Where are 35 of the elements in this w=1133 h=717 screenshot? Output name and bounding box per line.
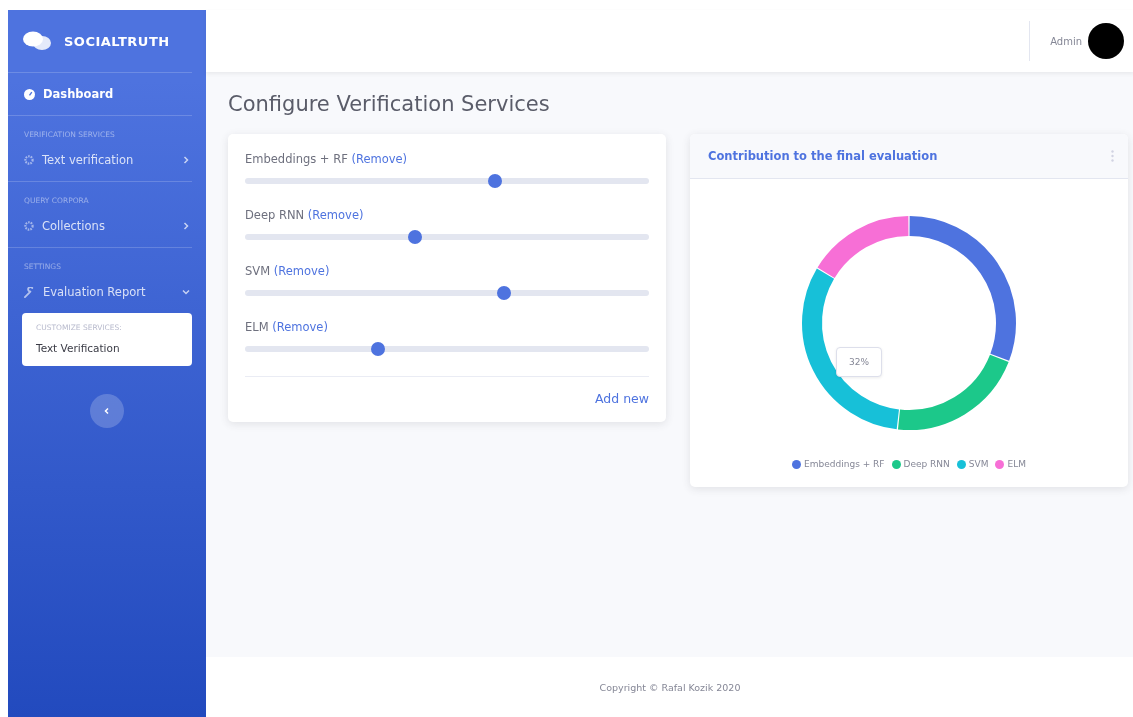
chevron-left-icon xyxy=(103,407,111,415)
remove-link[interactable]: (Remove) xyxy=(307,208,364,222)
gauge-icon xyxy=(24,88,35,100)
submenu-item[interactable]: Text Verification xyxy=(22,340,192,356)
cog-icon xyxy=(24,221,34,231)
chart-title: Contribution to the final evaluation xyxy=(708,149,938,163)
nav-item[interactable]: Evaluation Report xyxy=(8,271,206,313)
chevron-down-icon xyxy=(182,288,190,296)
chevron-right-icon xyxy=(182,156,190,164)
legend-label: Embeddings + RF xyxy=(804,459,885,469)
remove-link[interactable]: (Remove) xyxy=(351,152,408,166)
legend-label: ELM xyxy=(1007,459,1026,469)
chevron-right-icon xyxy=(182,222,190,230)
copyright-text: Copyright © Rafal Kozik 2020 xyxy=(599,681,741,693)
add-new-button[interactable]: Add new xyxy=(595,391,649,406)
nav-item[interactable]: Dashboard xyxy=(8,73,206,115)
wrench-icon xyxy=(24,286,35,298)
service-label: ELM (Remove) xyxy=(245,320,329,334)
brand-name: SOCIALTRUTH xyxy=(64,33,170,49)
chart-tooltip: 32% xyxy=(836,347,882,377)
legend-label: Deep RNN xyxy=(903,459,950,469)
page-title: Configure Verification Services xyxy=(228,92,551,116)
remove-link[interactable]: (Remove) xyxy=(273,264,330,278)
nav-item[interactable]: Text verification xyxy=(8,139,206,181)
sidebar-toggle-button[interactable] xyxy=(90,394,124,428)
service-label: SVM (Remove) xyxy=(245,264,331,278)
avatar[interactable] xyxy=(1088,23,1124,59)
remove-link[interactable]: (Remove) xyxy=(272,320,328,334)
chat-bubbles-icon xyxy=(22,31,52,51)
service-label: Deep RNN (Remove) xyxy=(245,208,365,222)
user-name[interactable]: Admin xyxy=(1050,35,1082,47)
cog-icon xyxy=(24,155,34,165)
service-label: Embeddings + RF (Remove) xyxy=(245,152,409,166)
nav-item[interactable]: Collections xyxy=(8,205,206,247)
legend-label: SVM xyxy=(968,459,989,469)
